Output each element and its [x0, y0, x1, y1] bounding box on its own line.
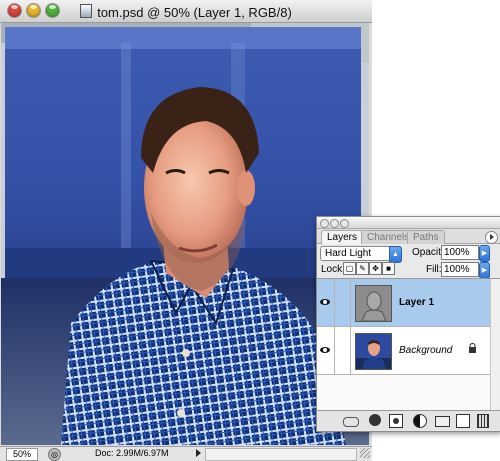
document-statusbar: 50% ◎ Doc: 2.99M/6.97M	[0, 446, 372, 461]
document-size-readout: Doc: 2.99M/6.97M	[95, 448, 169, 458]
layer-list-scrollbar[interactable]	[490, 279, 500, 410]
tab-layers[interactable]: Layers	[321, 230, 364, 244]
eye-icon	[320, 299, 330, 305]
background-thumbnail-image	[356, 334, 391, 369]
palette-titlebar[interactable]	[317, 217, 500, 229]
new-layer-icon[interactable]	[456, 414, 470, 428]
document-title: tom.psd @ 50% (Layer 1, RGB/8)	[97, 5, 292, 20]
lock-icon	[469, 343, 476, 353]
trash-icon[interactable]	[477, 414, 489, 428]
adjustment-layer-icon[interactable]	[413, 414, 427, 428]
lock-image-pixels-icon[interactable]: ✎	[356, 262, 369, 275]
fill-field[interactable]: 100%	[441, 262, 479, 277]
layer-thumbnail	[355, 285, 392, 322]
document-canvas[interactable]	[1, 23, 369, 445]
link-layers-icon[interactable]	[343, 417, 359, 427]
layer-name: Background	[399, 345, 453, 356]
blend-mode-value: Hard Light	[325, 248, 372, 259]
document-titlebar[interactable]: tom.psd @ 50% (Layer 1, RGB/8)	[0, 0, 372, 23]
palette-footer	[317, 411, 500, 430]
layers-palette: Layers Channels Paths Hard Light ▲ Opaci…	[316, 216, 500, 432]
layer-list: Layer 1 Background	[317, 278, 500, 411]
layer-mask-icon[interactable]	[389, 414, 403, 428]
opacity-slider-arrow-icon[interactable]: ▶	[479, 245, 490, 262]
status-menu-arrow-icon[interactable]	[196, 449, 201, 457]
layer-row-layer-1[interactable]: Layer 1	[317, 279, 500, 327]
palette-minimize-button[interactable]	[330, 219, 339, 228]
lock-all-icon[interactable]: ■	[382, 262, 395, 275]
palette-menu-icon[interactable]	[485, 231, 498, 244]
resize-grip-icon[interactable]	[360, 448, 370, 458]
info-icon[interactable]: ◎	[48, 448, 61, 461]
layer-style-icon[interactable]	[369, 414, 381, 426]
blend-mode-select[interactable]: Hard Light ▲	[320, 246, 402, 263]
lock-position-icon[interactable]: ✥	[369, 262, 382, 275]
layer-thumbnail	[355, 333, 392, 370]
portrait-photo	[1, 23, 369, 445]
eye-icon	[320, 347, 330, 353]
tab-paths[interactable]: Paths	[407, 230, 445, 244]
horizontal-scrollbar[interactable]	[205, 448, 357, 461]
lock-transparent-pixels-icon[interactable]: ▢	[343, 262, 356, 275]
psd-file-icon	[80, 4, 93, 18]
layer-link-column[interactable]	[335, 327, 351, 374]
visibility-toggle[interactable]	[317, 327, 335, 374]
layer-name: Layer 1	[399, 297, 435, 308]
fill-slider-arrow-icon[interactable]: ▶	[479, 262, 490, 279]
layer-1-thumbnail-image	[356, 286, 391, 321]
palette-zoom-button[interactable]	[340, 219, 349, 228]
layer-group-icon[interactable]	[435, 416, 450, 427]
opacity-field[interactable]: 100%	[441, 245, 479, 260]
palette-close-button[interactable]	[320, 219, 329, 228]
document-title-wrap: tom.psd @ 50% (Layer 1, RGB/8)	[0, 4, 372, 20]
layer-row-background[interactable]: Background	[317, 327, 500, 375]
visibility-toggle[interactable]	[317, 279, 335, 326]
fill-label: Fill:	[426, 264, 442, 275]
layer-link-column[interactable]	[335, 279, 351, 326]
palette-tabs: Layers Channels Paths	[317, 229, 500, 244]
blend-mode-popup-icon[interactable]: ▲	[389, 246, 402, 263]
lock-label: Lock:	[321, 264, 345, 275]
zoom-level-field[interactable]: 50%	[6, 448, 38, 461]
